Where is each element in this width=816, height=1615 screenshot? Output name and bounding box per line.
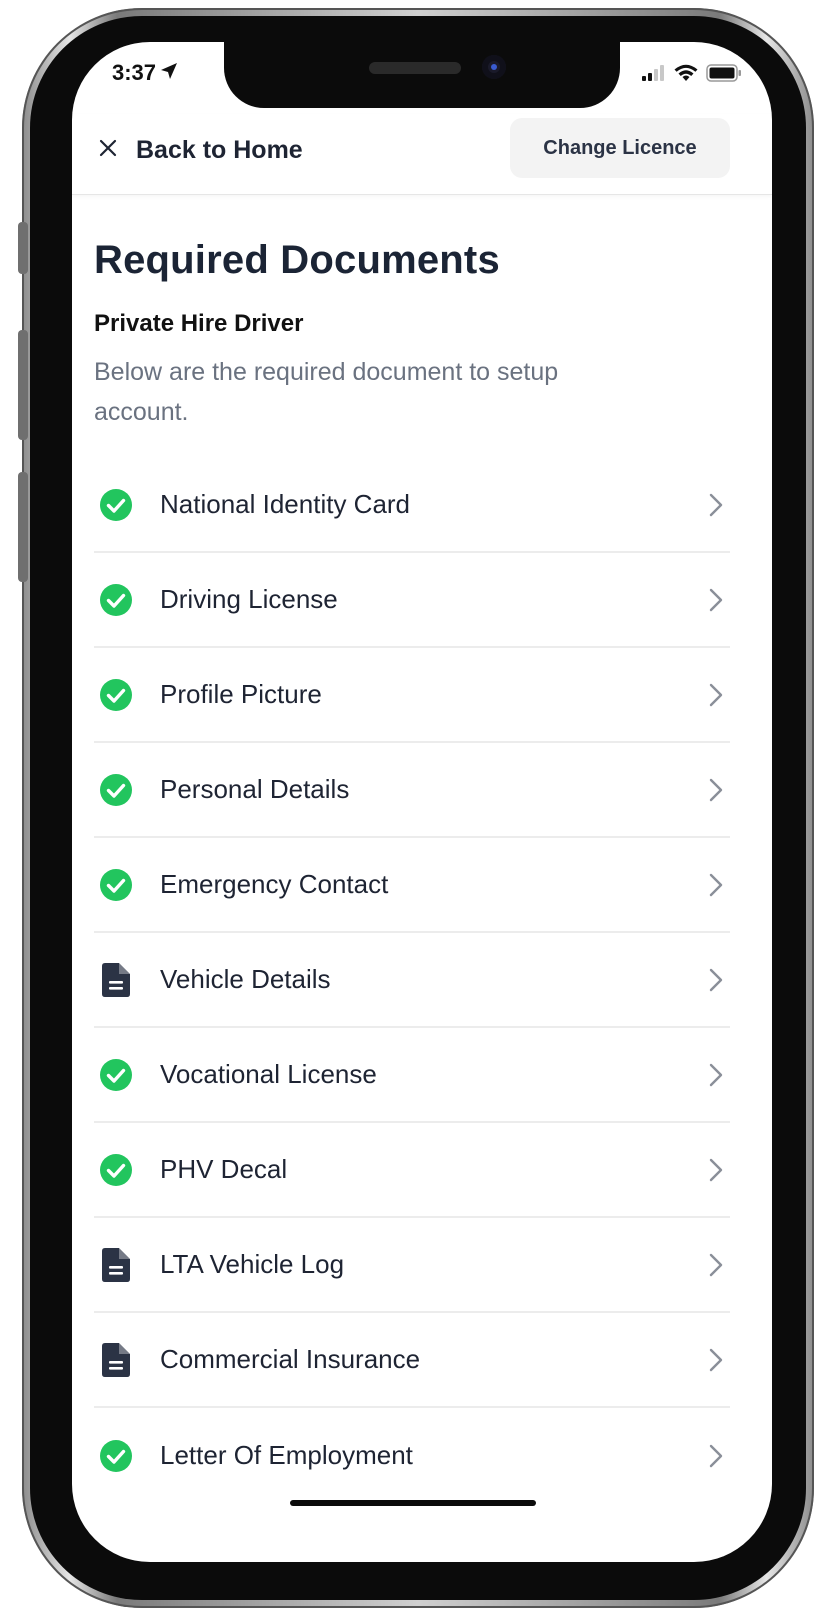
document-list-item[interactable]: Driving License xyxy=(94,553,730,648)
check-circle-icon xyxy=(96,580,136,620)
chevron-right-icon xyxy=(704,1063,728,1087)
volume-up-button xyxy=(18,330,28,440)
document-list-item[interactable]: Profile Picture xyxy=(94,648,730,743)
document-label: Personal Details xyxy=(160,774,350,804)
document-label: Letter Of Employment xyxy=(160,1440,413,1470)
speaker xyxy=(369,62,461,74)
document-list-item[interactable]: Letter Of Employment xyxy=(94,1408,730,1503)
page-title: Required Documents xyxy=(94,238,500,282)
document-label: Emergency Contact xyxy=(160,869,389,899)
check-circle-icon xyxy=(96,1436,136,1476)
document-list-item[interactable]: PHV Decal xyxy=(94,1123,730,1218)
silent-switch xyxy=(18,222,28,274)
document-label: PHV Decal xyxy=(160,1154,288,1184)
check-circle-icon xyxy=(96,675,136,715)
chevron-right-icon xyxy=(704,1444,728,1468)
document-label: National Identity Card xyxy=(160,489,411,519)
back-to-home-button[interactable]: Back to Home xyxy=(98,130,303,170)
battery-icon xyxy=(706,64,742,87)
chevron-right-icon xyxy=(704,778,728,802)
chevron-right-icon xyxy=(704,683,728,707)
document-list-item[interactable]: National Identity Card xyxy=(94,458,730,553)
document-icon xyxy=(96,960,136,1000)
status-icons xyxy=(642,64,742,87)
document-list-item[interactable]: Personal Details xyxy=(94,743,730,838)
page-description: Below are the required document to setup… xyxy=(94,358,559,426)
check-circle-icon xyxy=(96,865,136,905)
top-nav-bar: Back to Home Change Licence xyxy=(72,114,772,195)
wifi-icon xyxy=(674,64,698,87)
phone-mockup: 3:37 Back to Home Change Licence Require… xyxy=(0,0,816,1615)
document-label: Commercial Insurance xyxy=(160,1344,421,1374)
check-circle-icon xyxy=(96,1055,136,1095)
chevron-right-icon xyxy=(704,873,728,897)
notch xyxy=(224,42,620,108)
chevron-right-icon xyxy=(704,1253,728,1277)
phone-screen: 3:37 Back to Home Change Licence Require… xyxy=(72,42,772,1562)
location-arrow-icon xyxy=(160,60,178,86)
chevron-right-icon xyxy=(704,968,728,992)
check-circle-icon xyxy=(96,1150,136,1190)
check-circle-icon xyxy=(96,485,136,525)
chevron-right-icon xyxy=(704,1348,728,1372)
document-list-item[interactable]: Commercial Insurance xyxy=(94,1313,730,1408)
back-to-home-label: Back to Home xyxy=(136,135,303,164)
chevron-right-icon xyxy=(704,588,728,612)
required-documents-list: National Identity Card Driving License Pro… xyxy=(94,458,730,1503)
close-icon xyxy=(98,138,118,163)
document-list-item[interactable]: Emergency Contact xyxy=(94,838,730,933)
change-licence-button[interactable]: Change Licence xyxy=(510,118,730,178)
document-label: Vocational License xyxy=(160,1059,377,1089)
document-icon xyxy=(96,1340,136,1380)
document-label: Driving License xyxy=(160,584,338,614)
front-camera xyxy=(482,55,506,79)
document-list-item[interactable]: Vocational License xyxy=(94,1028,730,1123)
document-icon xyxy=(96,1245,136,1285)
document-label: LTA Vehicle Log xyxy=(160,1249,345,1279)
document-label: Vehicle Details xyxy=(160,964,331,994)
document-list-item[interactable]: Vehicle Details xyxy=(94,933,730,1028)
chevron-right-icon xyxy=(704,493,728,517)
chevron-right-icon xyxy=(704,1158,728,1182)
check-circle-icon xyxy=(96,770,136,810)
status-time: 3:37 xyxy=(112,60,178,86)
volume-down-button xyxy=(18,472,28,582)
page-subtitle: Private Hire Driver xyxy=(94,310,304,337)
cellular-signal-icon xyxy=(642,65,666,86)
document-label: Profile Picture xyxy=(160,679,322,709)
document-list-item[interactable]: LTA Vehicle Log xyxy=(94,1218,730,1313)
home-indicator[interactable] xyxy=(290,1500,536,1506)
